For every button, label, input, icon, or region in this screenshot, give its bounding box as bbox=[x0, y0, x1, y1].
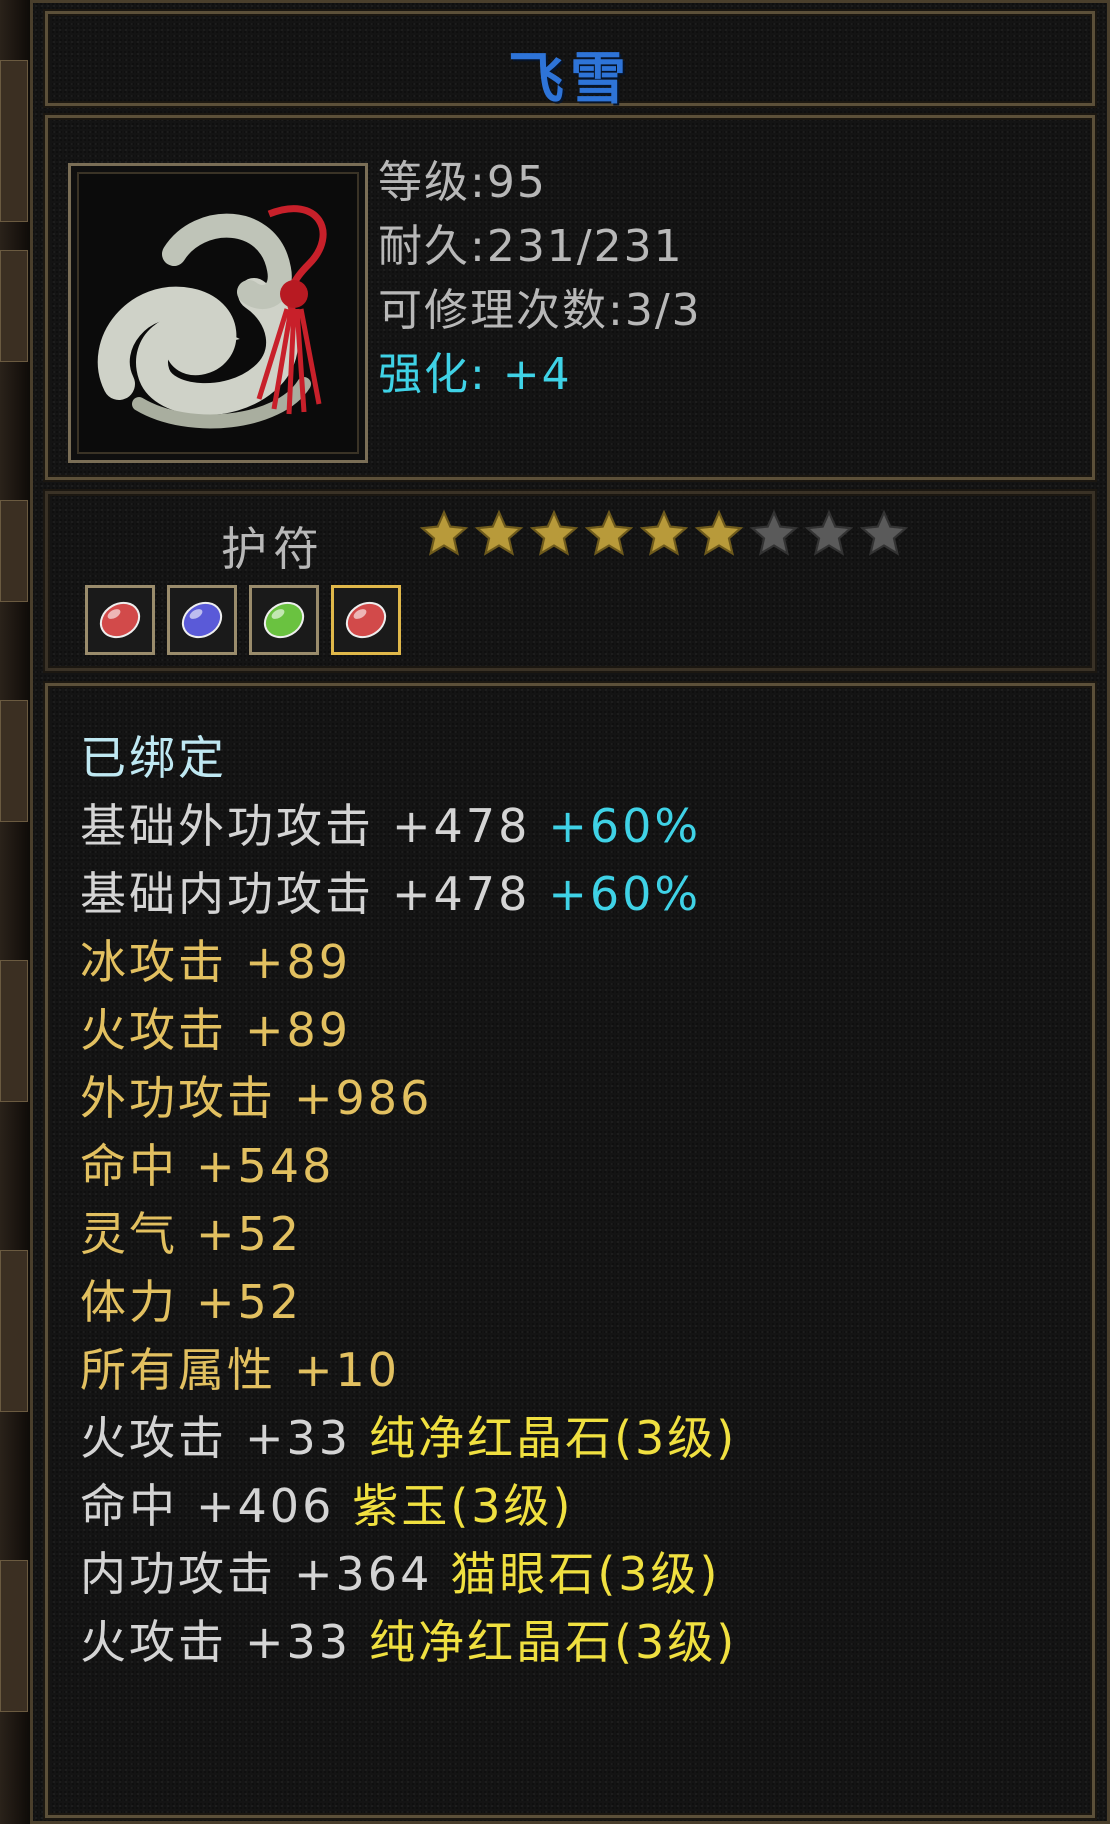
gem-attribute-line: 火攻击 +33 纯净红晶石(3级) bbox=[80, 1402, 737, 1468]
attribute-line: 冰攻击 +89 bbox=[80, 926, 351, 992]
gem-name: 猫眼石(3级) bbox=[450, 1547, 721, 1601]
attribute-name: 所有属性 bbox=[80, 1343, 276, 1397]
attribute-name: 命中 bbox=[80, 1139, 178, 1193]
gem-sockets bbox=[85, 585, 413, 655]
item-header: 等级:95 耐久:231/231 可修理次数:3/3 强化: +4 bbox=[45, 115, 1095, 480]
attribute-value: +406 bbox=[196, 1479, 335, 1533]
gem-attribute-line: 火攻击 +33 纯净红晶石(3级) bbox=[80, 1606, 737, 1672]
gem-socket[interactable] bbox=[85, 585, 155, 655]
attribute-bonus: +60% bbox=[548, 799, 702, 853]
side-panel-tab bbox=[0, 1560, 28, 1712]
attribute-name: 内功攻击 bbox=[80, 1547, 276, 1601]
jade-pendant-icon bbox=[79, 174, 357, 452]
attribute-name: 冰攻击 bbox=[80, 935, 227, 989]
item-level: 等级:95 bbox=[378, 157, 547, 208]
attribute-line: 外功攻击 +986 bbox=[80, 1062, 432, 1128]
attribute-name: 灵气 bbox=[80, 1207, 178, 1261]
gem-socket[interactable] bbox=[167, 585, 237, 655]
attribute-value: +364 bbox=[294, 1547, 433, 1601]
attribute-name: 外功攻击 bbox=[80, 1071, 276, 1125]
attribute-line: 体力 +52 bbox=[80, 1266, 302, 1332]
star-rating bbox=[418, 508, 913, 560]
side-panel-tab bbox=[0, 250, 28, 362]
gem-socket[interactable] bbox=[249, 585, 319, 655]
attribute-panel: 已绑定 基础外功攻击 +478 +60% 基础内功攻击 +478 +60% 冰攻击 +89… bbox=[45, 683, 1095, 1818]
attribute-line: 基础内功攻击 +478 +60% bbox=[80, 858, 701, 924]
gem-attribute-line: 命中 +406 紫玉(3级) bbox=[80, 1470, 574, 1536]
attribute-name: 火攻击 bbox=[80, 1615, 227, 1669]
side-panel-tab bbox=[0, 960, 28, 1102]
attribute-value: +89 bbox=[245, 935, 352, 989]
attribute-name: 火攻击 bbox=[80, 1003, 227, 1057]
side-panel-tab bbox=[0, 1250, 28, 1412]
star-filled-icon bbox=[694, 509, 744, 556]
item-type-label: 护符 bbox=[221, 522, 325, 576]
attribute-value: +52 bbox=[196, 1207, 303, 1261]
gem-name: 紫玉(3级) bbox=[352, 1479, 574, 1533]
bound-status: 已绑定 bbox=[80, 731, 227, 785]
attribute-value: +478 bbox=[392, 867, 531, 921]
attribute-name: 体力 bbox=[80, 1275, 178, 1329]
attribute-name: 基础外功攻击 bbox=[80, 799, 374, 853]
item-durability: 耐久:231/231 bbox=[378, 221, 684, 272]
star-filled-icon bbox=[639, 509, 689, 556]
side-panel-edge bbox=[0, 0, 32, 1824]
item-tooltip: 飞雪 等级:95 耐久:231/231 可修理次数:3/3 强化: +4 护符 … bbox=[30, 0, 1110, 1824]
attribute-name: 火攻击 bbox=[80, 1411, 227, 1465]
star-filled-icon bbox=[419, 509, 469, 556]
star-empty-icon bbox=[859, 509, 909, 556]
title-bar: 飞雪 bbox=[45, 11, 1095, 112]
side-panel-tab bbox=[0, 60, 28, 222]
item-name: 飞雪 bbox=[508, 47, 632, 112]
attribute-value: +548 bbox=[196, 1139, 335, 1193]
item-repair-count: 可修理次数:3/3 bbox=[378, 285, 702, 336]
star-empty-icon bbox=[749, 509, 799, 556]
gem-socket[interactable] bbox=[331, 585, 401, 655]
attribute-line: 命中 +548 bbox=[80, 1130, 334, 1196]
red-crystal-gem-icon bbox=[99, 601, 141, 639]
attribute-line: 所有属性 +10 bbox=[80, 1334, 400, 1400]
gem-attribute-line: 内功攻击 +364 猫眼石(3级) bbox=[80, 1538, 721, 1604]
attribute-value: +89 bbox=[245, 1003, 352, 1057]
star-empty-icon bbox=[804, 509, 854, 556]
attribute-value: +986 bbox=[294, 1071, 433, 1125]
attribute-name: 基础内功攻击 bbox=[80, 867, 374, 921]
attribute-value: +33 bbox=[245, 1411, 352, 1465]
gem-name: 纯净红晶石(3级) bbox=[369, 1615, 738, 1669]
attribute-bonus: +60% bbox=[548, 867, 702, 921]
attribute-name: 命中 bbox=[80, 1479, 178, 1533]
attribute-value: +478 bbox=[392, 799, 531, 853]
star-filled-icon bbox=[529, 509, 579, 556]
item-icon bbox=[68, 163, 368, 463]
side-panel-tab bbox=[0, 500, 28, 602]
attribute-value: +33 bbox=[245, 1615, 352, 1669]
star-filled-icon bbox=[584, 509, 634, 556]
purple-jade-gem-icon bbox=[181, 601, 223, 639]
attribute-value: +10 bbox=[294, 1343, 401, 1397]
cats-eye-gem-icon bbox=[263, 601, 305, 639]
item-enhance-level: 强化: +4 bbox=[378, 349, 572, 400]
attribute-value: +52 bbox=[196, 1275, 303, 1329]
attribute-line: 火攻击 +89 bbox=[80, 994, 351, 1060]
attribute-line: 灵气 +52 bbox=[80, 1198, 302, 1264]
side-panel-tab bbox=[0, 700, 28, 822]
red-crystal-gem-icon bbox=[345, 601, 387, 639]
gem-name: 纯净红晶石(3级) bbox=[369, 1411, 738, 1465]
attribute-line: 基础外功攻击 +478 +60% bbox=[80, 790, 701, 856]
star-filled-icon bbox=[474, 509, 524, 556]
